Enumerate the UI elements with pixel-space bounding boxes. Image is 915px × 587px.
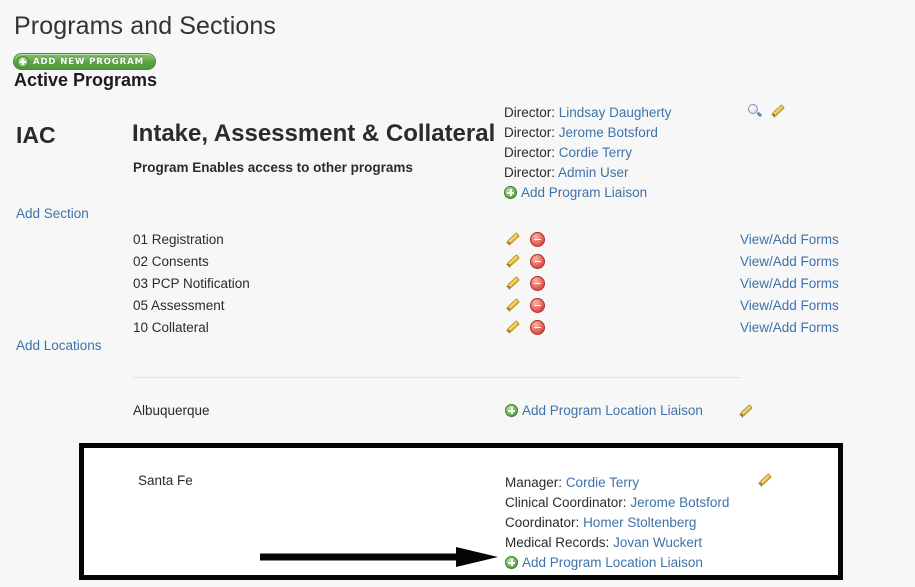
liaison-role: Director:	[504, 105, 556, 120]
divider	[133, 377, 740, 378]
remove-icon[interactable]	[530, 319, 545, 335]
liaison-role: Director:	[504, 125, 556, 140]
program-liaison-row: Director: Admin User	[504, 163, 671, 183]
edit-pencil-icon[interactable]	[770, 103, 786, 119]
add-new-program-button[interactable]: ADD NEW PROGRAM	[13, 53, 156, 70]
remove-icon[interactable]	[530, 253, 545, 269]
section-actions	[505, 231, 740, 247]
program-code: IAC	[16, 122, 56, 148]
liaison-person-link[interactable]: Jovan Wuckert	[613, 535, 702, 550]
edit-pencil-icon[interactable]	[505, 253, 521, 269]
add-program-liaison-row: Add Program Liaison	[504, 183, 671, 203]
page-title: Programs and Sections	[14, 12, 276, 40]
program-actions	[747, 103, 786, 119]
edit-pencil-icon[interactable]	[757, 472, 773, 488]
add-location-liaison-row: Add Program Location Liaison	[505, 553, 729, 573]
edit-pencil-icon[interactable]	[505, 297, 521, 313]
add-program-location-liaison-link[interactable]: Add Program Location Liaison	[522, 403, 703, 418]
liaison-person-link[interactable]: Jerome Botsford	[559, 125, 658, 140]
liaison-person-link[interactable]: Cordie Terry	[566, 475, 639, 490]
view-add-forms-link[interactable]: View/Add Forms	[740, 232, 839, 247]
section-actions	[505, 275, 740, 291]
sections-list: 01 Registration View/Add Forms 02 Consen…	[133, 228, 853, 338]
view-add-forms-link[interactable]: View/Add Forms	[740, 298, 839, 313]
remove-icon[interactable]	[530, 297, 545, 313]
location-actions	[738, 403, 754, 419]
liaison-role: Clinical Coordinator:	[505, 495, 627, 510]
program-name: Intake, Assessment & Collateral	[132, 120, 496, 147]
plus-icon	[505, 556, 518, 569]
program-liaison-row: Director: Jerome Botsford	[504, 123, 671, 143]
section-name: 02 Consents	[133, 253, 209, 269]
add-new-program-label: ADD NEW PROGRAM	[33, 56, 144, 67]
search-icon[interactable]	[747, 103, 763, 119]
plus-icon	[17, 55, 29, 68]
location-liaison-row: Clinical Coordinator: Jerome Botsford	[505, 493, 729, 513]
liaison-person-link[interactable]: Jerome Botsford	[630, 495, 729, 510]
liaison-person-link[interactable]: Lindsay Daugherty	[559, 105, 672, 120]
add-program-liaison-link[interactable]: Add Program Liaison	[521, 185, 647, 200]
section-actions	[505, 297, 740, 313]
view-add-forms-link[interactable]: View/Add Forms	[740, 276, 839, 291]
edit-pencil-icon[interactable]	[505, 231, 521, 247]
view-add-forms-link[interactable]: View/Add Forms	[740, 254, 839, 269]
plus-icon	[505, 404, 518, 417]
add-section-link[interactable]: Add Section	[16, 206, 89, 221]
location-liaison-list: Manager: Cordie Terry Clinical Coordinat…	[505, 473, 729, 573]
liaison-person-link[interactable]: Admin User	[558, 165, 629, 180]
location-name: Santa Fe	[138, 473, 193, 488]
liaison-person-link[interactable]: Homer Stoltenberg	[583, 515, 696, 530]
program-liaison-list: Director: Lindsay Daugherty Director: Je…	[504, 103, 671, 203]
section-name: 01 Registration	[133, 231, 224, 247]
remove-icon[interactable]	[530, 275, 545, 291]
program-liaison-row: Director: Lindsay Daugherty	[504, 103, 671, 123]
section-actions	[505, 319, 740, 335]
location-liaison-row: Medical Records: Jovan Wuckert	[505, 533, 729, 553]
location-liaison-row: Manager: Cordie Terry	[505, 473, 729, 493]
section-row: 01 Registration View/Add Forms	[133, 228, 853, 250]
edit-pencil-icon[interactable]	[505, 275, 521, 291]
location-name: Albuquerque	[133, 403, 210, 418]
edit-pencil-icon[interactable]	[505, 319, 521, 335]
section-row: 03 PCP Notification View/Add Forms	[133, 272, 853, 294]
liaison-role: Coordinator:	[505, 515, 580, 530]
section-name: 10 Collateral	[133, 319, 209, 335]
section-name: 03 PCP Notification	[133, 275, 250, 291]
add-program-location-liaison-link[interactable]: Add Program Location Liaison	[522, 555, 703, 570]
add-locations-link[interactable]: Add Locations	[16, 338, 102, 353]
view-add-forms-link[interactable]: View/Add Forms	[740, 320, 839, 335]
program-liaison-row: Director: Cordie Terry	[504, 143, 671, 163]
plus-icon	[504, 186, 517, 199]
section-row: 10 Collateral View/Add Forms	[133, 316, 853, 338]
location-row-albuquerque: Albuquerque Add Program Location Liaison	[133, 403, 773, 419]
location-actions	[757, 472, 773, 490]
location-liaison-row: Coordinator: Homer Stoltenberg	[505, 513, 729, 533]
programs-and-sections-page: { "page": { "title": "Programs and Secti…	[0, 0, 915, 587]
liaison-role: Medical Records:	[505, 535, 610, 550]
liaison-person-link[interactable]: Cordie Terry	[559, 145, 632, 160]
section-actions	[505, 253, 740, 269]
liaison-role: Director:	[504, 165, 556, 180]
section-row: 02 Consents View/Add Forms	[133, 250, 853, 272]
liaison-role: Manager:	[505, 475, 563, 490]
section-name: 05 Assessment	[133, 297, 225, 313]
location-liaison-area: Add Program Location Liaison	[505, 403, 738, 418]
program-subtitle: Program Enables access to other programs	[133, 160, 413, 175]
edit-pencil-icon[interactable]	[738, 403, 754, 419]
section-row: 05 Assessment View/Add Forms	[133, 294, 853, 316]
active-programs-heading: Active Programs	[14, 70, 158, 90]
highlight-box-santa-fe: Santa Fe Manager: Cordie Terry Clinical …	[79, 443, 843, 580]
remove-icon[interactable]	[530, 231, 545, 247]
liaison-role: Director:	[504, 145, 556, 160]
